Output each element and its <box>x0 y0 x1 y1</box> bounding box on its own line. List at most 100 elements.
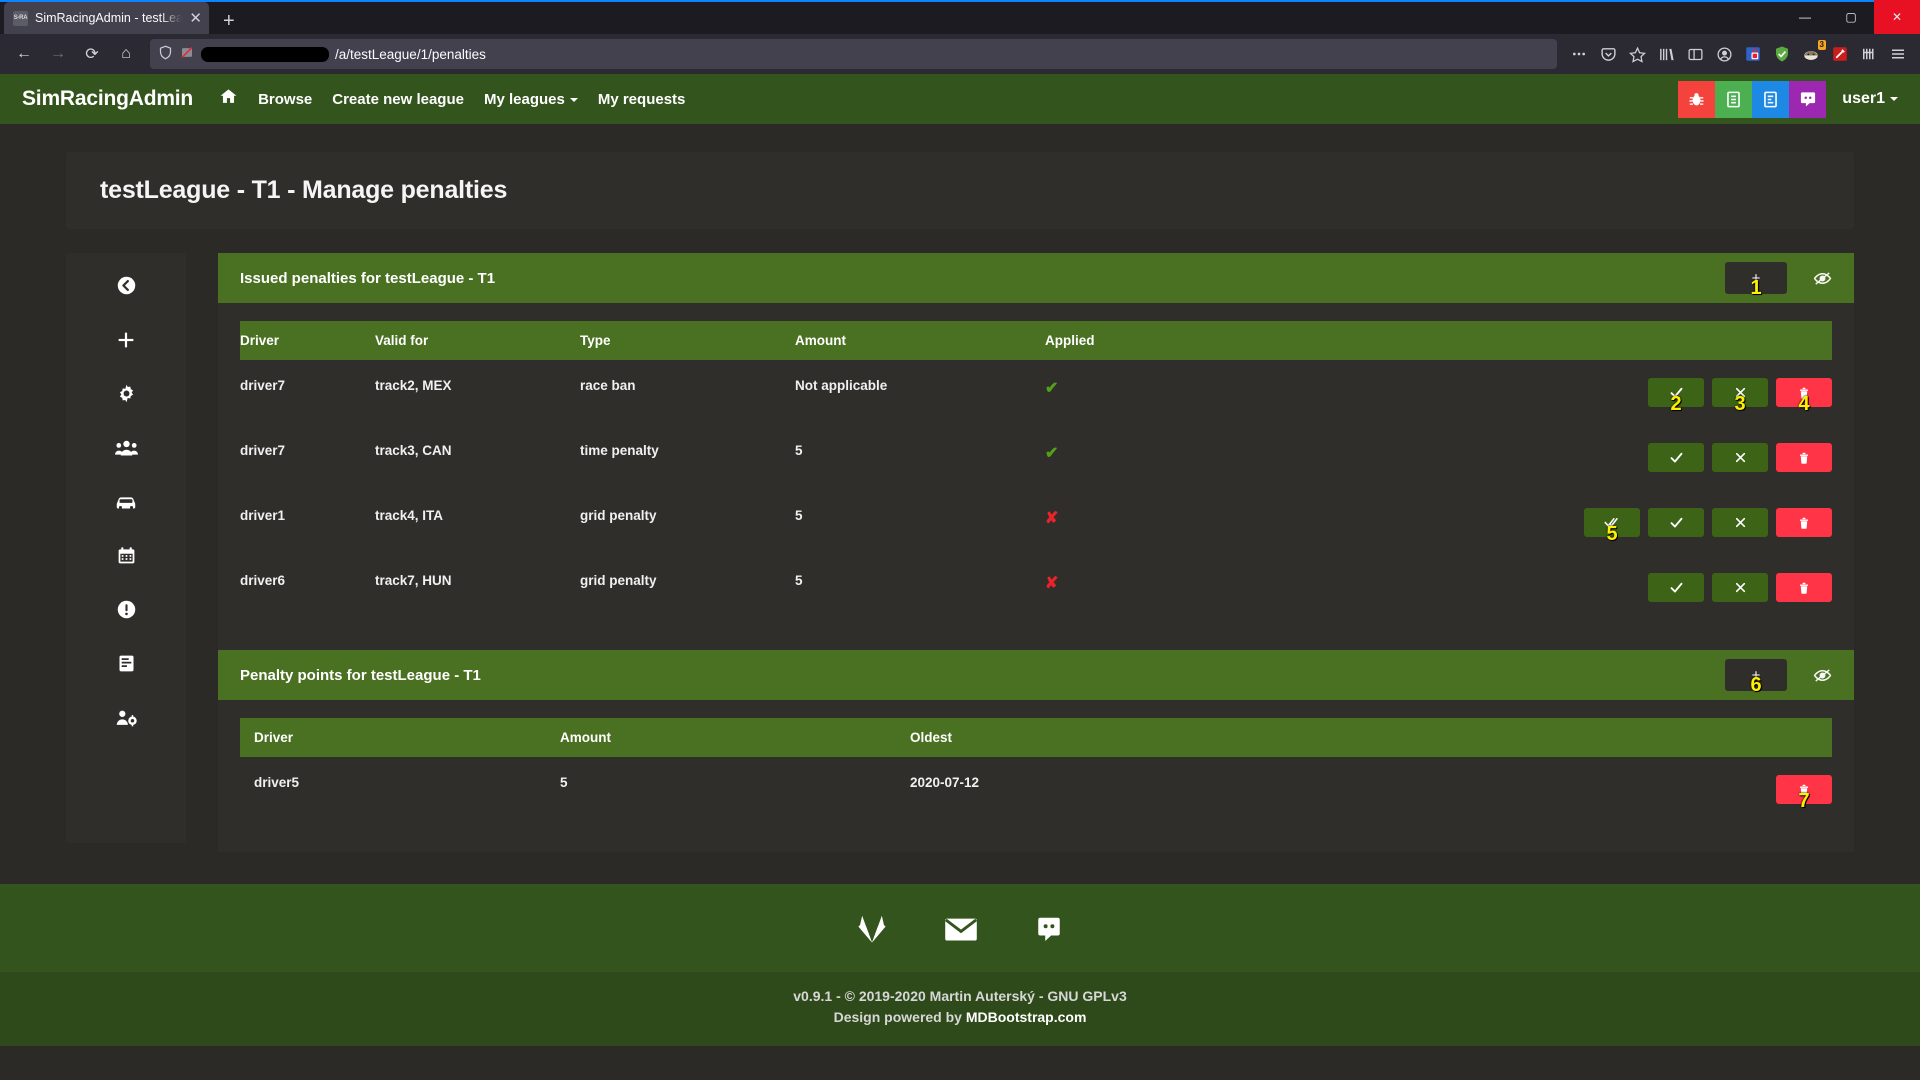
changelog-button[interactable] <box>1715 80 1753 118</box>
reject-penalty-button[interactable] <box>1712 573 1768 602</box>
sidebar-item-drivers[interactable] <box>103 435 149 465</box>
wand-extension-icon[interactable] <box>1826 41 1854 67</box>
close-tab-icon[interactable]: ✕ <box>189 11 202 26</box>
grid-extension-icon[interactable] <box>1855 41 1883 67</box>
close-window-button[interactable]: ✕ <box>1874 0 1920 34</box>
back-icon[interactable]: ← <box>8 39 40 69</box>
approve-penalty-button[interactable]: 2 <box>1648 378 1704 414</box>
gitlab-icon[interactable] <box>856 914 888 944</box>
sidebar-item-back[interactable] <box>103 273 149 303</box>
delete-penalty-button[interactable] <box>1776 443 1832 472</box>
tracking-protection-icon[interactable] <box>179 45 195 63</box>
nav-home-icon[interactable] <box>219 87 238 111</box>
mdbootstrap-link[interactable]: MDBootstrap.com <box>966 1009 1087 1025</box>
bug-report-button[interactable] <box>1678 80 1716 118</box>
delete-penalty-button[interactable] <box>1776 508 1832 537</box>
brand-logo[interactable]: SimRacingAdmin <box>22 87 193 111</box>
sidebar-item-manage-users[interactable] <box>103 705 149 735</box>
nav-item-create-new-league[interactable]: Create new league <box>332 91 464 108</box>
footer-legal: v0.9.1 - © 2019-2020 Martin Auterský - G… <box>0 972 1920 1046</box>
issued-penalties-panel: Issued penalties for testLeague - T1 + 1 <box>218 253 1854 852</box>
pocket-icon[interactable] <box>1594 41 1622 67</box>
bookmark-star-icon[interactable] <box>1623 41 1651 67</box>
page-actions-icon[interactable] <box>1565 41 1593 67</box>
penalty-points-header-actions: + 6 <box>1725 659 1832 695</box>
sidebar-item-cars[interactable] <box>103 489 149 519</box>
cell-actions <box>1165 555 1832 620</box>
minimize-button[interactable]: — <box>1782 0 1828 34</box>
times-icon <box>1735 452 1745 463</box>
home-icon[interactable]: ⌂ <box>110 39 142 69</box>
approve-penalty-button[interactable] <box>1648 508 1704 537</box>
sidebar-item-settings[interactable] <box>103 381 149 411</box>
reject-penalty-button[interactable] <box>1712 508 1768 537</box>
forward-icon[interactable]: → <box>42 39 74 69</box>
gear-icon <box>116 383 137 409</box>
row-actions: 7 <box>1310 775 1832 811</box>
trash-icon <box>1799 582 1809 594</box>
app-menu-icon[interactable] <box>1884 41 1912 67</box>
discord-button[interactable] <box>1789 80 1827 118</box>
new-tab-icon[interactable]: + <box>209 11 247 34</box>
email-icon[interactable] <box>944 915 978 943</box>
sidebar-icon[interactable] <box>1681 41 1709 67</box>
privacy-badger-icon[interactable]: 3 <box>1797 40 1826 67</box>
apply-penalty-button[interactable]: 5 <box>1584 508 1640 544</box>
issued-penalties-header-actions: + 1 <box>1725 262 1832 298</box>
cell-oldest: 2020-07-12 <box>910 775 980 790</box>
row-actions <box>1165 573 1832 602</box>
add-penalty-points-button[interactable]: + 6 <box>1725 659 1787 695</box>
nav-item-my-requests[interactable]: My requests <box>598 91 686 108</box>
add-penalty-button[interactable]: + 1 <box>1725 262 1787 298</box>
nav-item-browse[interactable]: Browse <box>258 91 312 108</box>
cell-amount: 5 <box>560 775 568 790</box>
page-title-card: testLeague - T1 - Manage penalties <box>66 152 1854 229</box>
favicon: S-RA <box>13 10 28 26</box>
approve-penalty-button[interactable] <box>1648 573 1704 602</box>
car-icon <box>114 492 138 517</box>
user-menu[interactable]: user1 <box>1842 90 1898 108</box>
reject-penalty-button[interactable] <box>1712 443 1768 472</box>
check-icon <box>1670 582 1682 593</box>
col-oldest: Oldest <box>910 730 953 745</box>
cell-valid-for: track4, ITA <box>375 508 444 523</box>
toggle-visibility-points-button[interactable] <box>1813 666 1832 685</box>
main-content: Issued penalties for testLeague - T1 + 1 <box>218 253 1854 852</box>
sidebar-item-results[interactable] <box>103 651 149 681</box>
reject-penalty-button[interactable]: 3 <box>1712 378 1768 414</box>
penalty-points-table: Driver Amount Oldest driver5 5 2020-07-1… <box>240 718 1832 822</box>
sidebar-item-add[interactable] <box>103 327 149 357</box>
nav-item-my-leagues[interactable]: My leagues <box>484 91 578 108</box>
browser-tab[interactable]: S-RA SimRacingAdmin - testLeague - ✕ <box>4 2 209 34</box>
reload-icon[interactable]: ⟳ <box>76 39 108 69</box>
cell-type: grid penalty <box>580 573 657 588</box>
check-icon <box>1670 517 1682 528</box>
approve-penalty-button[interactable] <box>1648 443 1704 472</box>
survey-button[interactable] <box>1752 80 1790 118</box>
redacted-domain <box>201 46 329 62</box>
cell-valid-for: track3, CAN <box>375 443 452 458</box>
users-icon <box>114 437 138 463</box>
check-icon <box>1670 387 1682 398</box>
account-icon[interactable] <box>1710 41 1738 67</box>
col-amount: Amount <box>795 333 846 348</box>
delete-penalty-button[interactable] <box>1776 573 1832 602</box>
page-body: testLeague - T1 - Manage penalties Issue… <box>0 152 1920 1046</box>
sidebar-item-calendar[interactable] <box>103 543 149 573</box>
toggle-visibility-penalties-button[interactable] <box>1813 269 1832 288</box>
delete-penalty-button[interactable]: 4 <box>1776 378 1832 414</box>
library-icon[interactable] <box>1652 41 1680 67</box>
plus-icon <box>115 329 137 356</box>
password-manager-icon[interactable] <box>1739 41 1767 67</box>
document-icon <box>116 653 137 679</box>
delete-penalty-points-button[interactable]: 7 <box>1776 775 1832 811</box>
adblock-shield-icon[interactable] <box>1768 41 1796 67</box>
shield-icon[interactable] <box>158 45 173 63</box>
trash-icon <box>1799 387 1809 399</box>
sidebar-item-penalties[interactable] <box>103 597 149 627</box>
url-bar[interactable]: /a/testLeague/1/penalties <box>150 39 1557 69</box>
discord-icon[interactable] <box>1034 914 1064 944</box>
maximize-button[interactable]: ▢ <box>1828 0 1874 34</box>
times-icon <box>1735 582 1745 593</box>
cell-amount: 5 <box>795 573 803 588</box>
